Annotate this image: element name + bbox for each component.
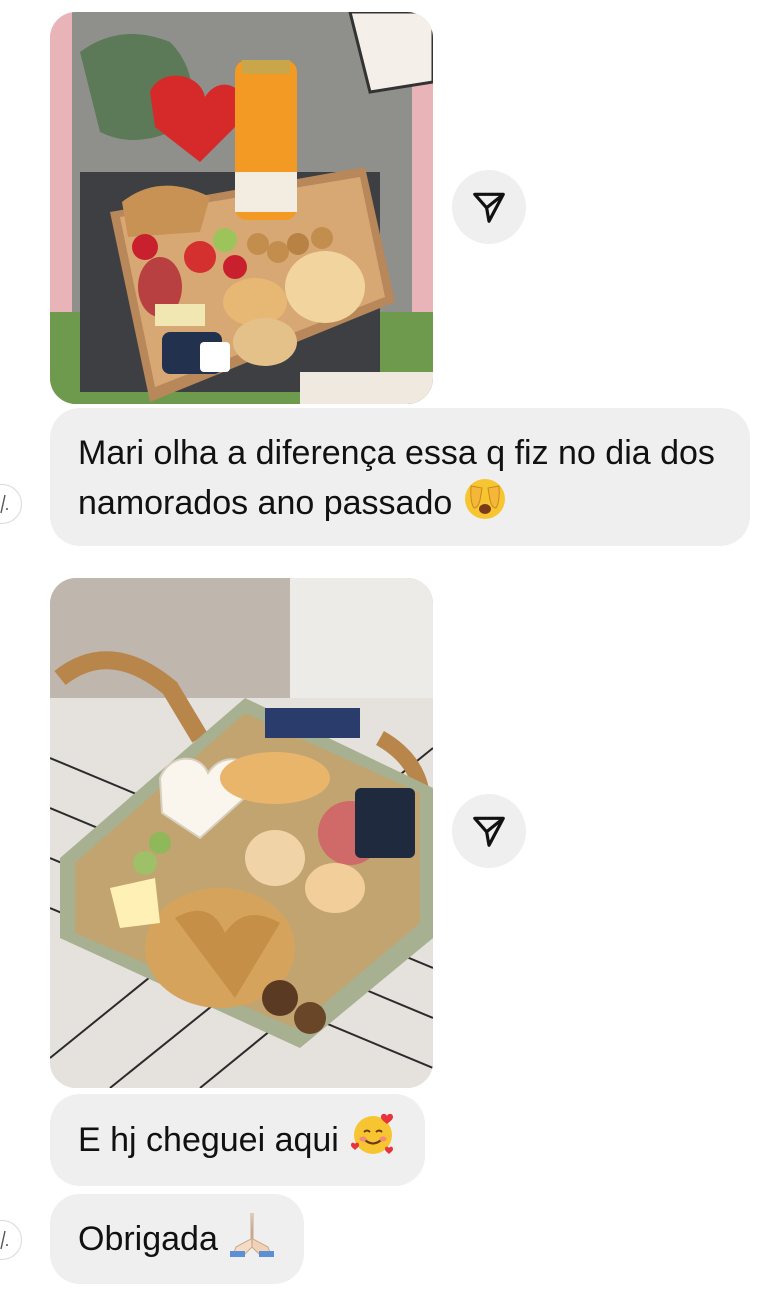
message-bubble[interactable]: E hj cheguei aqui — [50, 1094, 425, 1186]
avatar[interactable] — [0, 484, 22, 524]
avatar-logo-icon — [0, 494, 8, 514]
avatar-logo-icon — [0, 1230, 8, 1250]
share-button[interactable] — [452, 794, 526, 868]
paper-plane-icon — [473, 192, 505, 223]
message-text: Obrigada — [78, 1220, 218, 1258]
paper-plane-icon — [473, 816, 505, 847]
folded-hands-emoji — [228, 1209, 276, 1269]
message-bubble[interactable]: Mari olha a diferença essa q fiz no dia … — [50, 408, 750, 546]
message-text: E hj cheguei aqui — [78, 1121, 339, 1159]
share-button[interactable] — [452, 170, 526, 244]
message-text: Mari olha a diferença essa q fiz no dia … — [78, 434, 715, 522]
face-with-hand-over-eyes-emoji — [462, 476, 508, 534]
avatar[interactable] — [0, 1220, 22, 1260]
message-photo-gift-box[interactable] — [50, 578, 433, 1088]
message-photo-breakfast-box[interactable] — [50, 12, 433, 404]
message-bubble[interactable]: Obrigada — [50, 1194, 304, 1284]
smiling-face-with-hearts-emoji — [349, 1110, 397, 1170]
